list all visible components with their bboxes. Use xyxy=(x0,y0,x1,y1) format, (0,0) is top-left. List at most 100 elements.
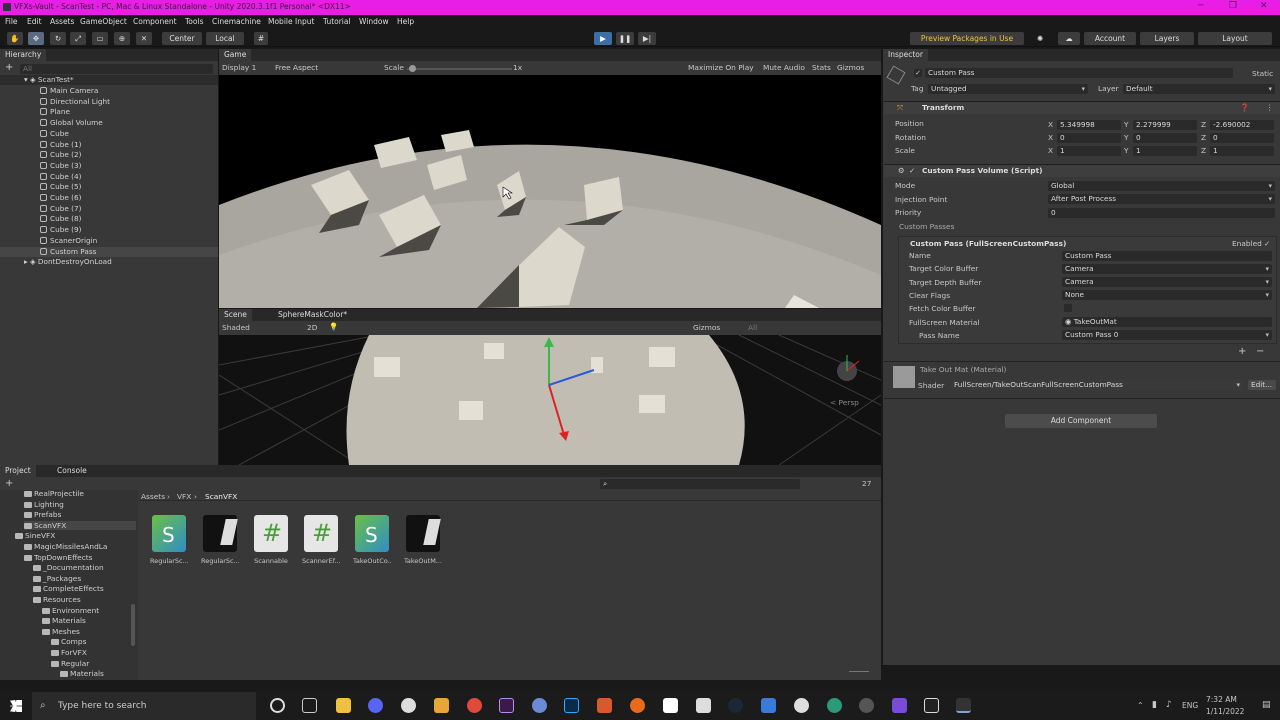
scale-slider-handle[interactable] xyxy=(409,65,416,72)
scene-search-input[interactable]: All xyxy=(748,323,757,332)
layout-dropdown[interactable]: Layout xyxy=(1198,32,1272,45)
mode-dropdown[interactable]: Global xyxy=(1048,181,1275,191)
folder-tree-item[interactable]: Lighting xyxy=(24,500,64,509)
menu-assets[interactable]: Assets xyxy=(50,17,74,26)
breadcrumb-scanvfx[interactable]: ScanVFX xyxy=(205,492,237,501)
pivot-local-button[interactable]: Local xyxy=(206,32,244,45)
folder-tree-item[interactable]: Environment xyxy=(42,606,99,615)
houdini-icon[interactable] xyxy=(597,698,612,713)
steam-icon[interactable] xyxy=(728,698,743,713)
rotate-tool-icon[interactable]: ↻ xyxy=(50,32,66,45)
premiere-icon[interactable] xyxy=(499,698,514,713)
account-dropdown[interactable]: Account xyxy=(1084,32,1136,45)
scale-x-field[interactable]: 1 xyxy=(1057,146,1121,156)
windows-start-icon[interactable] xyxy=(10,700,22,712)
pause-button[interactable]: ❚❚ xyxy=(616,32,634,45)
task-view-icon[interactable] xyxy=(302,698,317,713)
scale-slider[interactable] xyxy=(407,68,512,70)
folder-tree-item[interactable]: Resources xyxy=(33,595,81,604)
rotation-y-field[interactable]: 0 xyxy=(1133,133,1197,143)
pass-enabled-checkbox[interactable]: ✓ xyxy=(1264,239,1270,248)
scene-row[interactable]: ▾ ◈ ScanTest* xyxy=(0,75,218,85)
chrome-icon[interactable] xyxy=(467,698,482,713)
menu-help[interactable]: Help xyxy=(397,17,414,26)
menu-file[interactable]: File xyxy=(5,17,18,26)
unity-icon[interactable] xyxy=(859,698,874,713)
asset-takeoutm[interactable]: TakeOutM... xyxy=(404,515,442,565)
priority-field[interactable]: 0 xyxy=(1048,208,1275,218)
visual-studio-icon[interactable] xyxy=(892,698,907,713)
browser-icon[interactable] xyxy=(532,698,547,713)
folder-tree-item[interactable]: Comps xyxy=(51,637,86,646)
scale-tool-icon[interactable]: ⤢ xyxy=(70,32,86,45)
github-icon[interactable] xyxy=(794,698,809,713)
tab-game[interactable]: Game xyxy=(219,49,252,61)
play-button[interactable]: ▶ xyxy=(594,32,612,45)
rotation-x-field[interactable]: 0 xyxy=(1057,133,1121,143)
language-indicator[interactable]: ENG xyxy=(1182,701,1198,710)
tab-inspector[interactable]: Inspector xyxy=(883,49,928,61)
add-pass-icon[interactable]: + xyxy=(1238,346,1246,357)
target-depth-buffer-dropdown[interactable]: Camera xyxy=(1062,277,1272,287)
tab-project[interactable]: Project xyxy=(0,465,36,477)
hierarchy-item[interactable]: Cube (7) xyxy=(0,204,218,214)
active-checkbox[interactable]: ✓ xyxy=(914,69,922,77)
mute-audio-toggle[interactable]: Mute Audio xyxy=(763,63,805,72)
blender-icon[interactable] xyxy=(434,698,449,713)
2d-toggle[interactable]: 2D xyxy=(307,323,317,332)
hierarchy-search-input[interactable]: All xyxy=(20,64,213,74)
custom-tool-icon[interactable]: ✕ xyxy=(136,32,152,45)
folder-tree-item[interactable]: Prefabs xyxy=(24,510,61,519)
step-button[interactable]: ▶| xyxy=(638,32,656,45)
stats-toggle[interactable]: Stats xyxy=(812,63,831,72)
menu-window[interactable]: Window xyxy=(359,17,389,26)
folder-tree-item[interactable]: SineVFX xyxy=(15,531,55,540)
folder-tree-item[interactable]: TopDownEffects xyxy=(24,553,93,562)
menu-tools[interactable]: Tools xyxy=(185,17,203,26)
layer-dropdown[interactable]: Default xyxy=(1123,84,1275,94)
preview-packages-dropdown[interactable]: Preview Packages in Use xyxy=(910,32,1024,45)
tab-hierarchy[interactable]: Hierarchy xyxy=(0,49,47,61)
maximize-on-play-toggle[interactable]: Maximize On Play xyxy=(688,63,754,72)
breadcrumb-vfx[interactable]: VFX xyxy=(177,492,191,501)
hierarchy-item[interactable]: Custom Pass xyxy=(0,246,218,257)
rect-tool-icon[interactable]: ▭ xyxy=(92,32,108,45)
pass-name-field[interactable]: Custom Pass xyxy=(1062,251,1272,261)
sun-icon[interactable]: ✺ xyxy=(1033,32,1047,45)
folder-tree-item[interactable]: RealProjectile xyxy=(24,489,84,498)
pass-name-dropdown[interactable]: Custom Pass 0 xyxy=(1062,330,1272,340)
cortana-icon[interactable] xyxy=(270,698,285,713)
menu-cinemachine[interactable]: Cinemachine xyxy=(212,17,261,26)
shader-dropdown[interactable]: FullScreen/TakeOutScanFullScreenCustomPa… xyxy=(951,380,1243,390)
menu-gameobject[interactable]: GameObject xyxy=(80,17,127,26)
hand-tool-icon[interactable]: ✋ xyxy=(7,32,23,45)
folder-tree-item[interactable]: Regular xyxy=(51,659,89,668)
shader-edit-button[interactable]: Edit... xyxy=(1248,380,1276,390)
hierarchy-item[interactable]: Cube (1) xyxy=(0,140,218,150)
folder-tree-item[interactable]: ScanVFX xyxy=(24,520,136,530)
minimize-icon[interactable]: ─ xyxy=(1198,1,1203,11)
hierarchy-item[interactable]: Cube (2) xyxy=(0,150,218,160)
photoshop-icon[interactable] xyxy=(564,698,579,713)
icon-size-slider[interactable] xyxy=(849,671,869,672)
position-x-field[interactable]: 5.349998 xyxy=(1057,120,1121,130)
grid-snap-icon[interactable]: # xyxy=(254,32,268,45)
scale-z-field[interactable]: 1 xyxy=(1210,146,1274,156)
cloud-icon[interactable]: ☁ xyxy=(1058,32,1080,45)
remove-pass-icon[interactable]: − xyxy=(1256,346,1264,357)
menu-tutorial[interactable]: Tutorial xyxy=(323,17,351,26)
target-color-buffer-dropdown[interactable]: Camera xyxy=(1062,264,1272,274)
aspect-dropdown[interactable]: Free Aspect xyxy=(275,63,318,72)
asset-scannable[interactable]: # Scannable xyxy=(252,515,290,565)
hierarchy-item[interactable]: ScanerOrigin xyxy=(0,236,218,246)
hierarchy-item[interactable]: Cube (4) xyxy=(0,172,218,182)
taskbar-search-box[interactable]: ⌕ Type here to search xyxy=(32,692,256,720)
folder-tree-item[interactable]: Meshes xyxy=(42,627,80,636)
discord-icon[interactable] xyxy=(368,698,383,713)
object-name-field[interactable]: Custom Pass xyxy=(925,68,1233,78)
add-icon[interactable]: + xyxy=(5,62,13,73)
asset-takeoutco[interactable]: S TakeOutCo... xyxy=(353,515,391,565)
move-tool-icon[interactable]: ✥ xyxy=(28,32,44,45)
close-icon[interactable]: ✕ xyxy=(1260,1,1268,11)
app-icon[interactable] xyxy=(827,698,842,713)
